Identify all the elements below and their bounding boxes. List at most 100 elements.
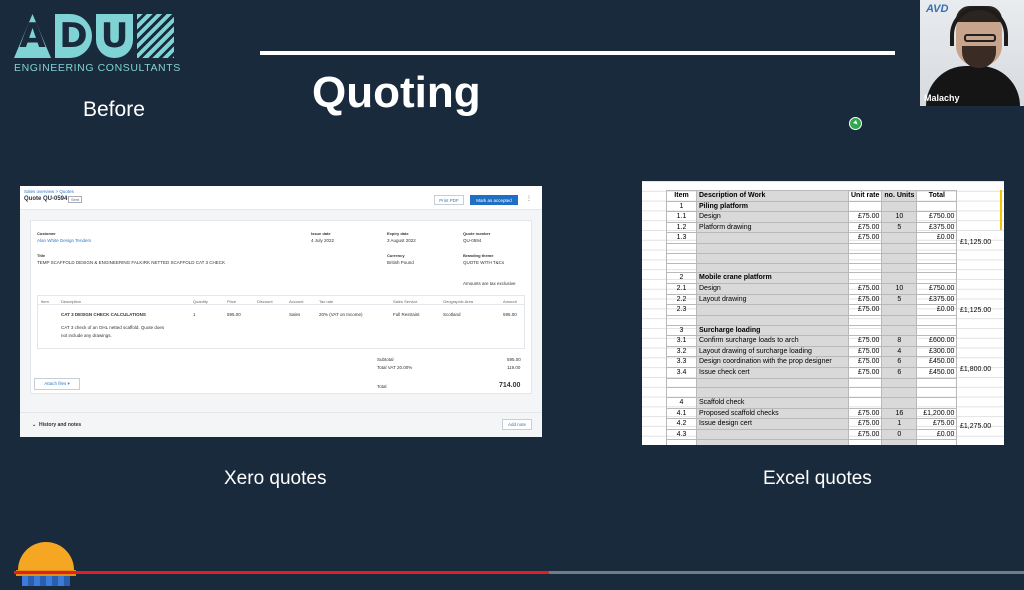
excel-cell[interactable]: £0.00 — [916, 232, 958, 244]
excel-cell[interactable] — [881, 439, 918, 445]
excel-cell[interactable]: £450.00 — [916, 356, 958, 368]
excel-cell[interactable]: 3.3 — [666, 356, 697, 368]
excel-header-cell[interactable]: Total — [916, 190, 958, 202]
excel-cell[interactable]: £0.00 — [916, 428, 958, 441]
excel-cell[interactable] — [881, 262, 918, 274]
excel-cell[interactable] — [666, 314, 697, 326]
excel-cell[interactable] — [916, 324, 958, 337]
excel-cell[interactable] — [847, 314, 883, 326]
excel-cell[interactable] — [696, 252, 849, 264]
excel-cell[interactable]: £75.00 — [847, 418, 883, 430]
excel-cell[interactable] — [881, 324, 918, 337]
excel-cell[interactable]: Proposed scaffold checks — [696, 407, 849, 420]
excel-cell[interactable]: 4.1 — [666, 407, 697, 420]
excel-cell[interactable]: 1.1 — [666, 211, 697, 223]
excel-cell[interactable] — [666, 439, 697, 445]
excel-header-cell[interactable]: no. Units — [881, 190, 918, 202]
excel-cell[interactable]: Design — [696, 282, 849, 295]
excel-cell[interactable]: £75.00 — [847, 293, 883, 306]
excel-cell[interactable]: 4.2 — [666, 418, 697, 430]
excel-cell[interactable]: £750.00 — [916, 211, 958, 223]
excel-cell[interactable]: 5 — [881, 221, 918, 234]
excel-cell[interactable]: 4 — [666, 397, 697, 409]
excel-cell[interactable]: Design coordination with the prop design… — [696, 356, 849, 368]
excel-cell[interactable]: Piling platform — [696, 200, 849, 213]
excel-cell[interactable] — [696, 314, 849, 326]
excel-cell[interactable]: Mobile crane platform — [696, 272, 849, 284]
excel-cell[interactable] — [916, 242, 958, 254]
excel-cell[interactable]: £375.00 — [916, 293, 958, 306]
excel-cell[interactable]: £75.00 — [847, 282, 883, 295]
excel-cell[interactable]: 16 — [881, 407, 918, 420]
excel-cell[interactable]: £75.00 — [847, 366, 883, 379]
excel-cell[interactable] — [916, 397, 958, 409]
excel-cell[interactable] — [696, 439, 849, 445]
excel-cell[interactable]: £750.00 — [916, 282, 958, 295]
excel-cell[interactable] — [881, 242, 918, 254]
excel-cell[interactable]: £75.00 — [916, 418, 958, 430]
excel-cell[interactable] — [916, 387, 958, 399]
excel-cell[interactable]: 3 — [666, 324, 697, 337]
excel-cell[interactable]: Surcharge loading — [696, 324, 849, 337]
excel-cell[interactable]: £75.00 — [847, 335, 883, 347]
excel-cell[interactable]: £75.00 — [847, 428, 883, 441]
excel-cell[interactable] — [916, 439, 958, 445]
excel-cell[interactable]: 1 — [666, 200, 697, 213]
excel-cell[interactable]: Layout drawing — [696, 293, 849, 306]
excel-cell[interactable]: 1.3 — [666, 232, 697, 244]
excel-cell[interactable] — [696, 232, 849, 244]
excel-cell[interactable]: 3.2 — [666, 345, 697, 358]
excel-cell[interactable] — [847, 262, 883, 274]
excel-cell[interactable] — [696, 428, 849, 441]
excel-cell[interactable]: 3.4 — [666, 366, 697, 379]
excel-cell[interactable]: 8 — [881, 335, 918, 347]
excel-cell[interactable]: Platform drawing — [696, 221, 849, 234]
excel-cell[interactable] — [847, 439, 883, 445]
excel-cell[interactable] — [881, 377, 918, 389]
excel-cell[interactable] — [696, 242, 849, 254]
excel-cell[interactable]: £1,200.00 — [916, 407, 958, 420]
customer-value[interactable]: Alan White Design Tenders — [37, 238, 91, 243]
excel-cell[interactable] — [696, 377, 849, 389]
excel-cell[interactable]: 4 — [881, 345, 918, 358]
excel-cell[interactable] — [881, 397, 918, 409]
excel-cell[interactable]: 2.2 — [666, 293, 697, 306]
excel-cell[interactable]: 4.3 — [666, 428, 697, 441]
excel-cell[interactable] — [916, 377, 958, 389]
excel-cell[interactable]: £0.00 — [916, 304, 958, 316]
xero-breadcrumb[interactable]: Sales overview > Quotes — [24, 189, 74, 194]
excel-cell[interactable] — [916, 262, 958, 274]
excel-cell[interactable]: Issue design cert — [696, 418, 849, 430]
excel-cell[interactable]: £75.00 — [847, 304, 883, 316]
excel-cell[interactable]: £450.00 — [916, 366, 958, 379]
excel-cell[interactable]: 3.1 — [666, 335, 697, 347]
excel-cell[interactable]: 2 — [666, 272, 697, 284]
excel-cell[interactable]: Design — [696, 211, 849, 223]
excel-cell[interactable]: 2.1 — [666, 282, 697, 295]
excel-cell[interactable] — [696, 387, 849, 399]
excel-cell[interactable] — [847, 324, 883, 337]
excel-cell[interactable] — [847, 387, 883, 399]
excel-cell[interactable] — [916, 272, 958, 284]
excel-cell[interactable] — [881, 200, 918, 213]
excel-cell[interactable]: 6 — [881, 356, 918, 368]
excel-cell[interactable] — [847, 272, 883, 284]
excel-cell[interactable] — [881, 252, 918, 264]
excel-cell[interactable] — [881, 304, 918, 316]
excel-cell[interactable]: Layout drawing of surcharge loading — [696, 345, 849, 358]
excel-cell[interactable]: £375.00 — [916, 221, 958, 234]
excel-cell[interactable] — [847, 200, 883, 213]
excel-cell[interactable]: £75.00 — [847, 232, 883, 244]
excel-cell[interactable] — [666, 252, 697, 264]
excel-cell[interactable]: 5 — [881, 293, 918, 306]
excel-cell[interactable] — [916, 200, 958, 213]
excel-cell[interactable]: Scaffold check — [696, 397, 849, 409]
excel-cell[interactable] — [847, 242, 883, 254]
excel-cell[interactable] — [881, 314, 918, 326]
attach-files-button[interactable]: Attach files ▾ — [34, 378, 80, 390]
excel-header-cell[interactable]: Item — [666, 190, 697, 202]
more-options-icon[interactable]: ⋮ — [526, 195, 532, 202]
excel-cell[interactable] — [666, 387, 697, 399]
excel-cell[interactable]: 2.3 — [666, 304, 697, 316]
excel-cell[interactable] — [881, 272, 918, 284]
